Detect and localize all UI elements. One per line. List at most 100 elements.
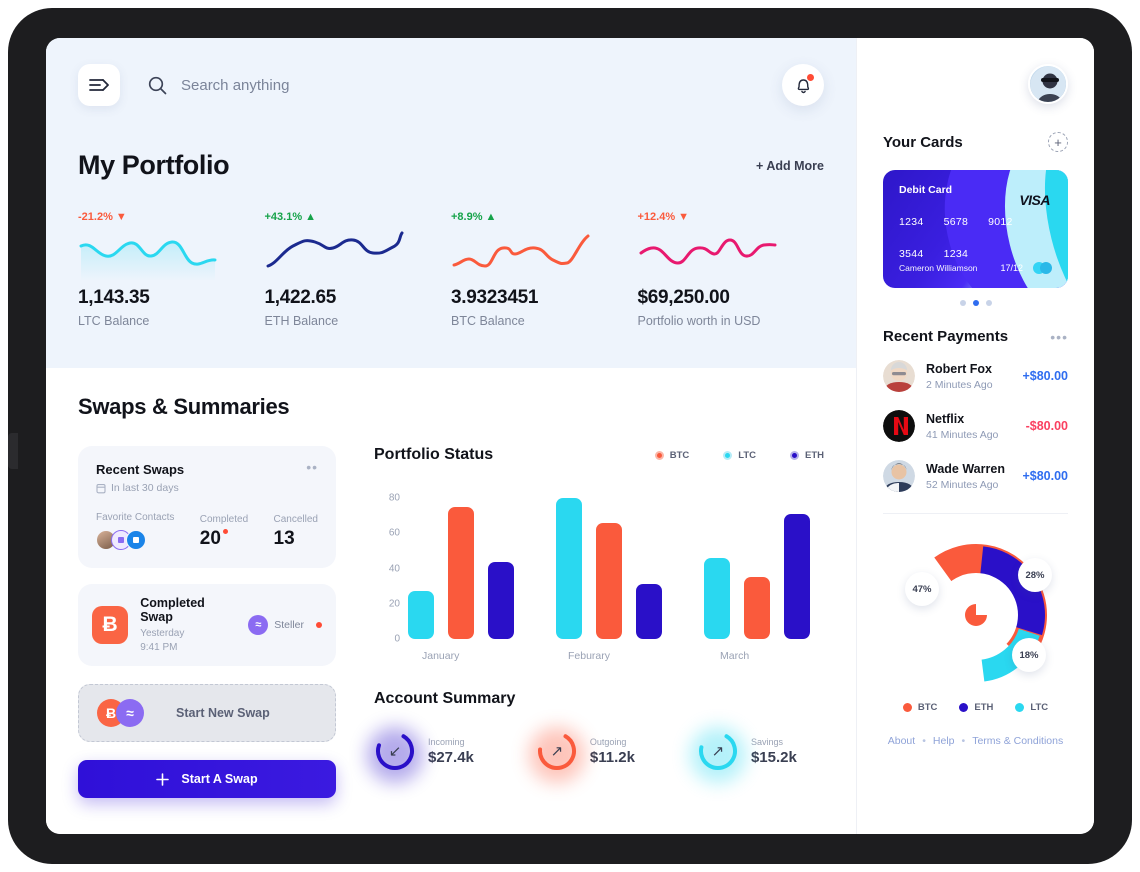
card-number-group: 1234	[943, 248, 969, 260]
payment-name: Robert Fox	[926, 361, 992, 376]
stat-card-btc[interactable]: +8.9% ▲ 3.9323451 BTC Balance	[451, 211, 638, 328]
payment-time: 52 Minutes Ago	[926, 478, 999, 491]
payment-name: Wade Warren	[926, 461, 1005, 476]
search-input[interactable]	[181, 76, 481, 94]
legend-item-eth[interactable]: ETH	[790, 450, 824, 461]
search-area[interactable]	[148, 76, 481, 95]
bar-ltc-january[interactable]	[408, 591, 434, 639]
cancelled-label: Cancelled	[273, 514, 318, 525]
card-number-group: 5678	[943, 216, 969, 228]
card-number-group: 1234	[899, 216, 924, 228]
separator: •	[961, 735, 966, 747]
bar-btc-january[interactable]	[448, 506, 474, 639]
sparkline-usd	[638, 229, 825, 285]
account-item-savings[interactable]: ↗ Savings $15.2k	[689, 727, 797, 783]
account-summary-title: Account Summary	[374, 690, 516, 707]
progress-ring: ↙	[374, 730, 416, 772]
progress-ring: ↗	[536, 730, 578, 772]
stat-value: 3.9323451	[451, 287, 539, 308]
portfolio-header-area: My Portfolio + Add More -21.2% ▼	[46, 38, 856, 368]
payment-row[interactable]: Netflix 41 Minutes Ago -$80.00	[883, 401, 1068, 451]
chart-legend: BTC LTC ETH	[654, 450, 824, 461]
recent-swaps-more-button[interactable]: ••	[306, 460, 318, 474]
donut-badge-btc: 47%	[905, 572, 939, 606]
add-card-icon[interactable]: +	[1048, 132, 1068, 152]
legend-dot	[723, 450, 733, 460]
start-a-swap-button[interactable]: Start A Swap	[78, 760, 336, 798]
bar-ltc-march[interactable]	[704, 557, 730, 639]
sparkline-ltc	[78, 229, 265, 285]
chart-title: Portfolio Status	[374, 446, 494, 463]
pager-dot[interactable]	[959, 300, 966, 306]
bar-btc-march[interactable]	[744, 577, 770, 639]
legend-item-btc[interactable]: BTC	[654, 450, 689, 461]
stat-change: +12.4% ▼	[637, 211, 690, 223]
bar-btc-feburary[interactable]	[596, 522, 622, 639]
account-item-incoming[interactable]: ↙ Incoming $27.4k	[367, 727, 474, 783]
completed-swap-row[interactable]: Ƀ Completed Swap Yesterday 9:41 PM ≈ Ste…	[78, 584, 336, 666]
donut-legend-btc[interactable]: BTC	[902, 702, 937, 713]
y-axis-tick: 20	[388, 598, 400, 610]
stat-value: 1,143.35	[78, 287, 150, 308]
swap-partner-label: Steller	[274, 619, 304, 631]
payments-list: Robert Fox 2 Minutes Ago +$80.00 Netflix 41 …	[883, 351, 1068, 501]
plus-icon	[156, 772, 170, 786]
stat-card-eth[interactable]: +43.1% ▲ 1,422.65 ETH Balance	[265, 211, 452, 328]
start-new-swap-label: Start New Swap	[176, 706, 270, 720]
bar-eth-feburary[interactable]	[636, 584, 662, 639]
stat-card-ltc[interactable]: -21.2% ▼ 1,143.35 LTC Balance	[78, 211, 265, 328]
y-axis-tick: 0	[394, 633, 400, 645]
recent-payments-more-button[interactable]: •••	[1050, 330, 1068, 344]
legend-item-ltc[interactable]: LTC	[723, 450, 756, 461]
account-item-label: Savings	[750, 736, 783, 747]
bar-ltc-feburary[interactable]	[556, 498, 582, 639]
account-item-value: $15.2k	[750, 748, 797, 766]
swap-partner: ≈ Steller	[248, 615, 304, 635]
pager-dot-active[interactable]	[972, 300, 979, 306]
cancelled-stat: Cancelled 13	[274, 514, 318, 550]
arrow-icon: ↗	[711, 743, 725, 760]
page-title: My Portfolio	[78, 150, 230, 180]
steller-icon: ≈	[248, 615, 269, 635]
start-a-swap-label: Start A Swap	[181, 772, 258, 786]
card-expiry: 17/12	[1000, 263, 1023, 273]
terms-link[interactable]: Terms & Conditions	[972, 735, 1063, 747]
pager-dot[interactable]	[985, 300, 992, 306]
donut-legend-ltc[interactable]: LTC	[1015, 702, 1048, 713]
help-link[interactable]: Help	[933, 735, 955, 747]
stat-card-usd[interactable]: +12.4% ▼ $69,250.00 Portfolio worth in U…	[638, 211, 825, 328]
right-sidebar: Your Cards + Debit Card VISA 1234 5678 901…	[856, 38, 1094, 834]
divider	[883, 513, 1068, 514]
payment-amount: -$80.00	[1025, 419, 1068, 433]
status-dot	[316, 622, 322, 628]
bar-eth-january[interactable]	[488, 561, 514, 639]
section-title: Swaps & Summaries	[78, 394, 290, 419]
avatar[interactable]	[1028, 64, 1068, 104]
sparkline-eth	[265, 229, 452, 285]
payment-amount: +$80.00	[1022, 369, 1068, 383]
account-item-outgoing[interactable]: ↗ Outgoing $11.2k	[528, 727, 635, 783]
bar-eth-march[interactable]	[784, 513, 810, 639]
start-new-swap-dropzone[interactable]: Ƀ ≈ Start New Swap	[78, 684, 336, 742]
recent-payments-header: Recent Payments •••	[883, 328, 1068, 345]
credit-card[interactable]: Debit Card VISA 1234 5678 9012 3544 1234 Cam…	[883, 170, 1068, 288]
completed-swap-title: Completed Swap	[140, 596, 205, 624]
trend-down-icon: ▼	[115, 211, 127, 223]
payment-row[interactable]: Robert Fox 2 Minutes Ago +$80.00	[883, 351, 1068, 401]
notifications-button[interactable]	[782, 64, 824, 106]
bar-group-january	[408, 506, 514, 639]
about-link[interactable]: About	[888, 735, 915, 747]
main-content: My Portfolio + Add More -21.2% ▼	[46, 38, 856, 834]
payment-row[interactable]: Wade Warren 52 Minutes Ago +$80.00	[883, 451, 1068, 501]
add-more-button[interactable]: + Add More	[756, 159, 824, 173]
donut-legend-eth[interactable]: ETH	[959, 702, 993, 713]
stat-change: -21.2% ▼	[78, 211, 127, 223]
menu-expand-button[interactable]	[78, 64, 120, 106]
mastercard-icon	[1033, 262, 1052, 274]
legend-dot	[654, 450, 664, 460]
contact-avatar[interactable]	[126, 530, 146, 550]
recent-swaps-title: Recent Swaps	[96, 462, 185, 477]
payment-amount: +$80.00	[1022, 469, 1068, 483]
separator: •	[922, 735, 926, 747]
trend-up-icon: ▲	[485, 211, 497, 223]
